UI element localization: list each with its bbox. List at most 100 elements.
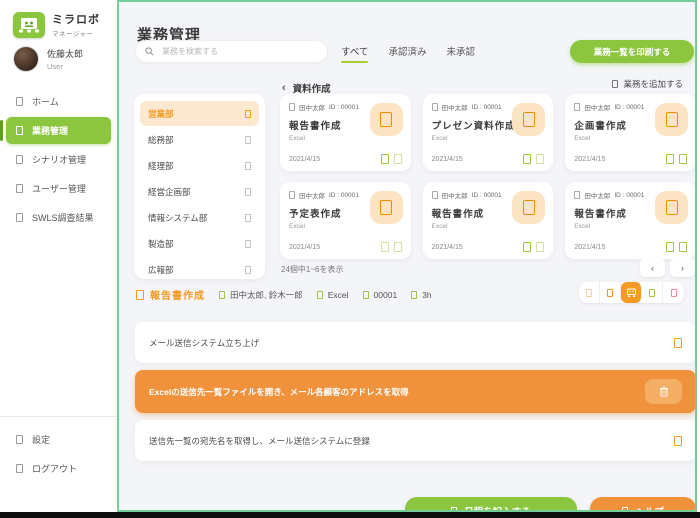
dept-item-general-affairs[interactable]: 総務部 (140, 127, 259, 152)
delete-step-button[interactable] (645, 379, 682, 404)
search-bar (135, 40, 328, 63)
dept-item-pr[interactable]: 広報部 (140, 257, 259, 282)
step-text: 送信先一覧の宛先名を取得し、メール送信システムに登録 (149, 435, 370, 447)
document-glyph (523, 112, 535, 127)
card-owner: 田中太郎 (299, 190, 325, 200)
card-tool: Excel (574, 135, 687, 142)
card-id: ID : 00001 (614, 104, 644, 111)
task-card[interactable]: 田中太郎 ID : 00001 報告書作成 Excel 2021/4/15 (565, 182, 696, 259)
check-icon[interactable] (679, 154, 687, 164)
edit-icon (607, 289, 613, 297)
robot-icon[interactable] (523, 154, 531, 164)
check-icon[interactable] (536, 154, 544, 164)
history-action-button[interactable] (579, 282, 600, 303)
person-icon (289, 191, 295, 199)
main-content: 業務管理 すべて 承認済み 未承認 業務一覧を印刷する 業務を追加する 営業部 (117, 0, 697, 512)
print-task-list-button[interactable]: 業務一覧を印刷する (570, 40, 694, 63)
prev-page-button[interactable]: ‹ (640, 258, 665, 277)
avatar (13, 46, 39, 72)
document-icon (512, 103, 545, 136)
dept-item-manufacturing[interactable]: 製造部 (140, 231, 259, 256)
task-card[interactable]: 田中太郎 ID : 00001 企画書作成 Excel 2021/4/15 (565, 94, 696, 171)
tab-approved[interactable]: 承認済み (388, 44, 426, 63)
card-id: ID : 00001 (472, 104, 502, 111)
dept-item-it[interactable]: 情報システム部 (140, 205, 259, 230)
dept-label: 営業部 (148, 108, 174, 120)
detail-action-bar (579, 282, 684, 303)
detail-tool: Excel (317, 290, 349, 300)
logo-title: ミラロボ (52, 11, 100, 27)
tab-unapproved[interactable]: 未承認 (446, 44, 475, 63)
card-footer: 2021/4/15 (289, 154, 402, 164)
sidebar-item-settings[interactable]: 設定 (6, 426, 111, 453)
app-window: ミラロボ マネージャー 佐藤太郎 User ホーム 業務管理 (0, 0, 700, 518)
search-input[interactable] (160, 46, 318, 57)
check-icon[interactable] (536, 242, 544, 252)
approve-action-button[interactable] (642, 282, 663, 303)
card-id: ID : 00001 (329, 192, 359, 199)
next-page-button[interactable]: › (670, 258, 695, 277)
clock-icon (411, 291, 417, 299)
task-card[interactable]: 田中太郎 ID : 00001 報告書作成 Excel 2021/4/15 (423, 182, 554, 259)
task-card[interactable]: 田中太郎 ID : 00001 予定表作成 Excel 2021/4/15 (280, 182, 411, 259)
pagination-controls: ‹ › (640, 258, 695, 277)
sidebar-nav: ホーム 業務管理 シナリオ管理 ユーザー管理 SWLS調査結果 (0, 86, 117, 233)
step-row[interactable]: 送信先一覧の宛先名を取得し、メール送信システムに登録 (135, 420, 696, 461)
trash-icon (671, 289, 677, 297)
sidebar-item-home[interactable]: ホーム (6, 88, 111, 115)
dept-item-corporate-planning[interactable]: 経営企画部 (140, 179, 259, 204)
add-task-link[interactable]: 業務を追加する (612, 78, 683, 90)
edit-icon[interactable] (674, 338, 682, 348)
step-text: Excelの送信先一覧ファイルを開き、メール各顧客のアドレスを取得 (149, 386, 409, 398)
user-name: 佐藤太郎 (47, 47, 83, 60)
detail-id: 00001 (363, 290, 398, 300)
step-row-highlighted[interactable]: Excelの送信先一覧ファイルを開き、メール各顧客のアドレスを取得 (135, 370, 696, 413)
user-profile[interactable]: 佐藤太郎 User (13, 46, 83, 72)
card-id: ID : 00001 (472, 192, 502, 199)
robot-icon[interactable] (523, 242, 531, 252)
robot-action-button[interactable] (621, 282, 642, 303)
robot-icon[interactable] (381, 242, 389, 252)
robot-icon[interactable] (666, 154, 674, 164)
dept-item-sales[interactable]: 営業部 (140, 101, 259, 126)
robot-icon[interactable] (666, 242, 674, 252)
sidebar-item-swls-results[interactable]: SWLS調査結果 (6, 204, 111, 231)
robot-icon[interactable] (381, 154, 389, 164)
person-icon (574, 191, 580, 199)
document-icon (370, 191, 403, 224)
sidebar-item-label: ホーム (32, 95, 59, 108)
chart-icon (16, 213, 23, 222)
daily-report-button[interactable]: 日報を記入する (405, 497, 577, 512)
task-card[interactable]: 田中太郎 ID : 00001 プレゼン資料作成 Excel 2021/4/15 (423, 94, 554, 171)
detail-tool-label: Excel (328, 290, 349, 300)
check-icon[interactable] (394, 242, 402, 252)
app-logo: ミラロボ マネージャー (13, 11, 100, 38)
dept-item-accounting[interactable]: 経理部 (140, 153, 259, 178)
section-header: ‹ 資料作成 (282, 81, 331, 95)
tab-all[interactable]: すべて (341, 44, 368, 63)
sidebar-item-logout[interactable]: ログアウト (6, 455, 111, 482)
robot-icon (626, 288, 637, 298)
active-accent-bar (0, 120, 3, 141)
sidebar-item-user-management[interactable]: ユーザー管理 (6, 175, 111, 202)
step-row[interactable]: メール送信システム立ち上げ (135, 322, 696, 363)
edit-icon[interactable] (674, 436, 682, 446)
back-chevron-icon[interactable]: ‹ (282, 83, 286, 94)
chevron-right-icon (245, 136, 251, 144)
task-card[interactable]: 田中太郎 ID : 00001 報告書作成 Excel 2021/4/15 (280, 94, 411, 171)
logout-icon (16, 464, 23, 473)
delete-action-button[interactable] (663, 282, 684, 303)
help-button[interactable]: ヘルプ (590, 497, 696, 512)
step-text: メール送信システム立ち上げ (149, 337, 259, 349)
dept-label: 経理部 (148, 160, 174, 172)
card-footer: 2021/4/15 (574, 154, 687, 164)
sidebar-item-scenario-management[interactable]: シナリオ管理 (6, 146, 111, 173)
sidebar-divider (0, 416, 117, 417)
sidebar-item-task-management[interactable]: 業務管理 (6, 117, 111, 144)
document-glyph (666, 200, 678, 215)
edit-action-button[interactable] (600, 282, 621, 303)
task-detail-header: 報告書作成 田中太郎, 鈴木一郎 Excel 00001 3h (136, 287, 432, 302)
check-icon[interactable] (394, 154, 402, 164)
check-icon[interactable] (679, 242, 687, 252)
chevron-right-icon (245, 110, 251, 118)
